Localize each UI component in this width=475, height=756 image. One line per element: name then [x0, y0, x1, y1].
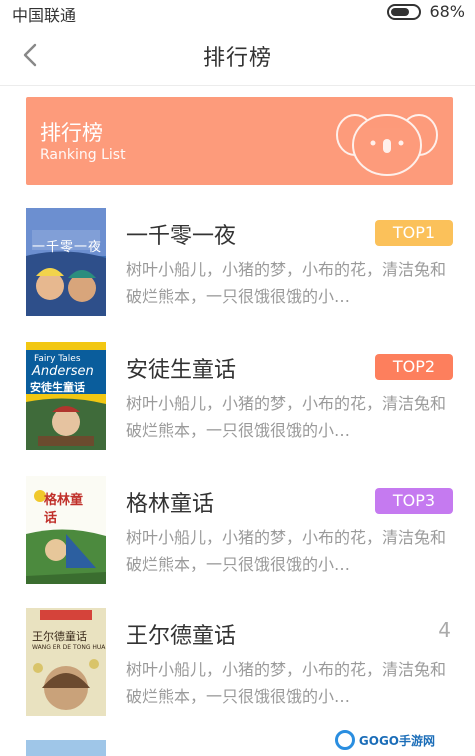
- cover-title: 一千零一夜: [32, 240, 103, 255]
- book-description: 树叶小船儿，小猪的梦，小布的花，清洁兔和破烂熊本，一只很饿很饿的小…: [126, 528, 447, 574]
- book-title: 安徒生童话: [126, 358, 237, 383]
- list-item[interactable]: 王尔德童话 WANG ER DE TONG HUA 王尔德童话 4 树叶小船儿，…: [26, 608, 453, 718]
- battery-icon: [387, 3, 422, 20]
- watermark: GOGO手游网: [334, 730, 435, 750]
- page-title: 排行榜: [202, 46, 272, 71]
- book-cover: 王尔德童话 WANG ER DE TONG HUA: [26, 608, 106, 716]
- koala-icon: [336, 114, 438, 176]
- book-title: 王尔德童话: [126, 624, 237, 649]
- book-description: 树叶小船儿，小猪的梦，小布的花，清洁兔和破烂熊本，一只很饿很饿的小…: [126, 394, 447, 440]
- banner-title: 排行榜: [40, 121, 103, 145]
- watermark-text: GOGO手游网: [358, 733, 435, 748]
- rank-number: 4: [438, 618, 451, 642]
- book-title: 一千零一夜: [126, 224, 237, 249]
- carrier-label: 中国联通: [12, 6, 77, 25]
- list-item-partial[interactable]: [26, 740, 106, 756]
- book-cover: 格林童话: [26, 476, 106, 584]
- battery-indicator: 68%: [387, 2, 465, 21]
- list-item[interactable]: 一千零一夜 一千零一夜 TOP1 树叶小船儿，小猪的梦，小布的花，清洁兔和破烂熊…: [26, 208, 453, 318]
- cover-pinyin: WANG ER DE TONG HUA: [32, 644, 106, 651]
- cover-title: 格林童话: [44, 493, 84, 526]
- rank-badge: TOP2: [375, 354, 453, 380]
- battery-percent: 68%: [429, 2, 465, 21]
- book-description: 树叶小船儿，小猪的梦，小布的花，清洁兔和破烂熊本，一只很饿很饿的小…: [126, 660, 447, 706]
- ranking-banner: 排行榜 Ranking List: [26, 97, 453, 185]
- rank-badge: TOP3: [375, 488, 453, 514]
- cover-subtitle: Fairy Tales: [34, 354, 81, 364]
- list-item[interactable]: 格林童话 格林童话 TOP3 树叶小船儿，小猪的梦，小布的花，清洁兔和破烂熊本，…: [26, 476, 453, 586]
- book-cover: Fairy Tales Andersen 安徒生童话: [26, 342, 106, 450]
- nav-bar: 排行榜: [0, 26, 475, 86]
- cover-title: 安徒生童话: [30, 381, 85, 394]
- cover-title: 王尔德童话: [32, 630, 87, 643]
- book-title: 格林童话: [126, 492, 215, 517]
- watermark-logo-icon: [334, 730, 355, 750]
- rank-badge: TOP1: [375, 220, 453, 246]
- book-cover: 一千零一夜: [26, 208, 106, 316]
- cover-english-title: Andersen: [32, 364, 94, 379]
- list-item[interactable]: Fairy Tales Andersen 安徒生童话 安徒生童话 TOP2 树叶…: [26, 342, 453, 452]
- book-description: 树叶小船儿，小猪的梦，小布的花，清洁兔和破烂熊本，一只很饿很饿的小…: [126, 260, 447, 306]
- status-bar: 中国联通 68%: [0, 0, 475, 26]
- banner-subtitle: Ranking List: [40, 147, 126, 163]
